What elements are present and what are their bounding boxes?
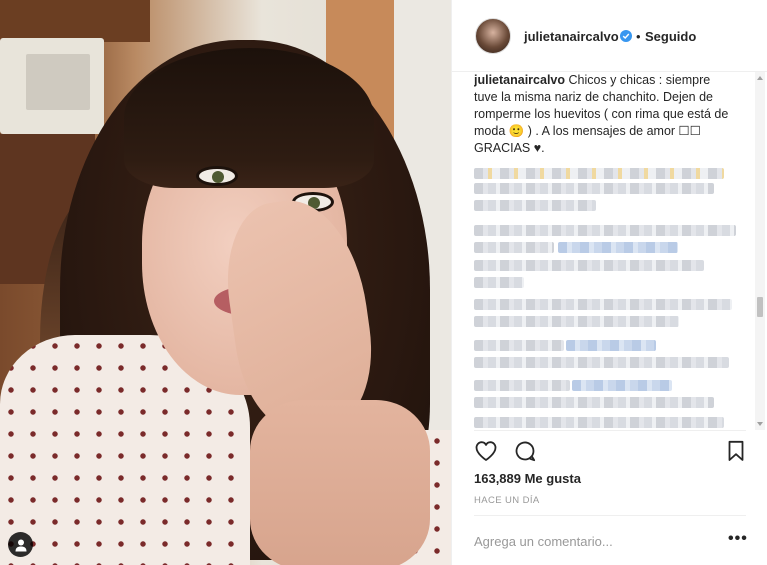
follow-status-button[interactable]: Seguido bbox=[645, 29, 696, 44]
scroll-up-icon[interactable] bbox=[757, 76, 763, 80]
header-separator: • bbox=[636, 29, 641, 44]
scroll-down-icon[interactable] bbox=[757, 422, 763, 426]
user-tag-button[interactable] bbox=[8, 532, 33, 557]
comments-list[interactable]: julietanaircalvo Chicos y chicas : siemp… bbox=[474, 72, 754, 430]
divider bbox=[474, 430, 746, 431]
comments-scrollbar[interactable] bbox=[755, 72, 765, 430]
blurred-comment bbox=[474, 225, 736, 236]
post-photo[interactable] bbox=[0, 0, 451, 565]
blurred-comment bbox=[474, 340, 564, 351]
scrollbar-thumb[interactable] bbox=[757, 297, 763, 317]
header-username[interactable]: julietanaircalvo bbox=[524, 29, 619, 44]
avatar[interactable] bbox=[475, 18, 511, 54]
heart-outline-icon[interactable] bbox=[474, 439, 498, 463]
photo-background bbox=[0, 0, 150, 42]
likes-count[interactable]: 163,889 Me gusta bbox=[474, 471, 581, 486]
blurred-comment bbox=[474, 299, 732, 310]
more-options-icon[interactable]: ••• bbox=[728, 531, 748, 547]
add-comment-section: ••• bbox=[474, 515, 748, 565]
blurred-comment bbox=[474, 168, 724, 179]
post-sidebar: julietanaircalvo • Seguido julietanairca… bbox=[451, 0, 767, 565]
verified-badge-icon bbox=[620, 30, 632, 42]
comment-input[interactable] bbox=[474, 530, 704, 552]
post-header: julietanaircalvo • Seguido bbox=[452, 0, 767, 72]
person-icon bbox=[15, 539, 26, 551]
post-timestamp[interactable]: HACE UN DÍA bbox=[474, 495, 540, 506]
caption: julietanaircalvo Chicos y chicas : siemp… bbox=[474, 72, 734, 157]
bookmark-icon[interactable] bbox=[724, 439, 748, 463]
speech-bubble-icon[interactable] bbox=[513, 439, 537, 463]
caption-username[interactable]: julietanaircalvo bbox=[474, 73, 565, 87]
blurred-comment bbox=[474, 380, 570, 391]
instagram-post: julietanaircalvo • Seguido julietanairca… bbox=[0, 0, 767, 565]
